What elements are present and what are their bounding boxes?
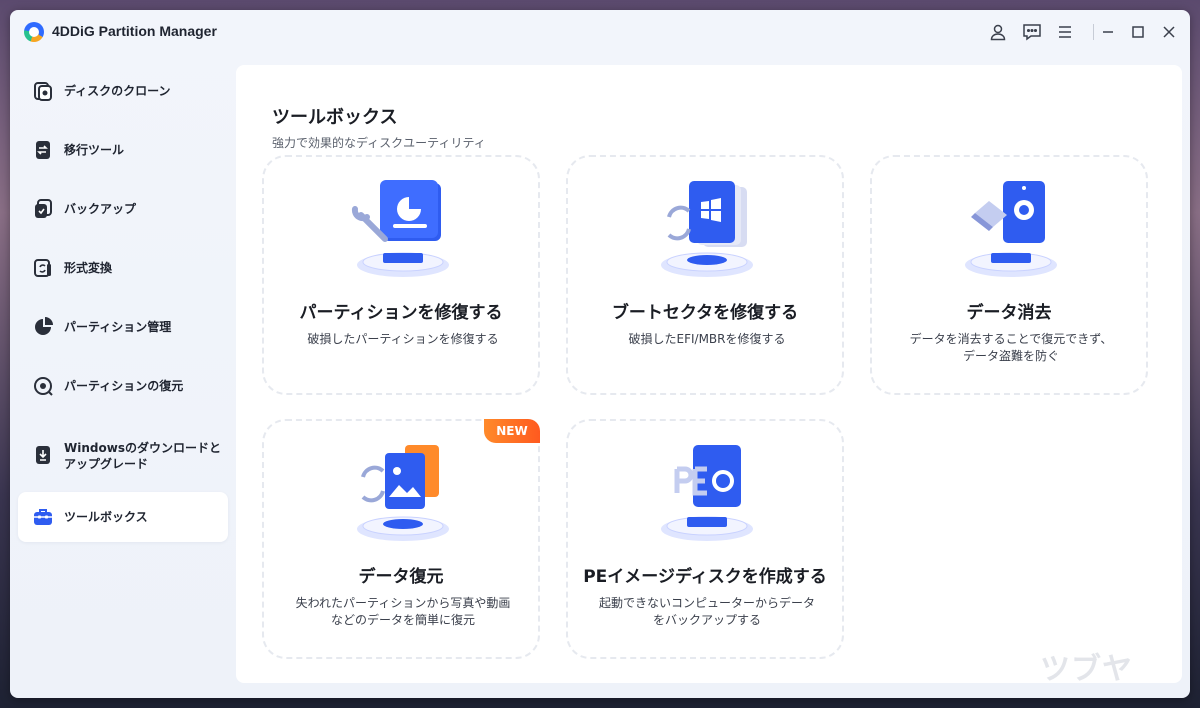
card-partition-repair[interactable]: パーティションを修復する 破損したパーティションを修復する bbox=[262, 155, 540, 395]
pie-chart-icon bbox=[35, 317, 53, 335]
partition-repair-illustration-icon bbox=[351, 180, 449, 277]
card-title: パーティションを修復する bbox=[299, 303, 503, 323]
menu-icon[interactable] bbox=[1054, 21, 1076, 43]
sidebar-item-label: Windowsのダウンロードとアップグレード bbox=[64, 441, 221, 471]
minimize-icon[interactable] bbox=[1097, 21, 1119, 43]
card-desc: データを消去することで復元できず、 データ盗難を防ぐ bbox=[909, 332, 1113, 363]
sidebar-item-label: パーティション管理 bbox=[64, 320, 172, 334]
page-subtitle: 強力で効果的なディスクユーティリティ bbox=[272, 136, 486, 150]
sidebar-item-partition-restore[interactable]: パーティションの復元 bbox=[18, 361, 228, 411]
sidebar: ディスクのクローン 移行ツール バックアップ 形式変換 パーティション管理 パー… bbox=[10, 66, 236, 686]
feedback-icon[interactable] bbox=[1021, 21, 1043, 43]
partition-restore-icon bbox=[34, 377, 53, 396]
card-title: PEイメージディスクを作成する bbox=[583, 567, 827, 587]
boot-sector-illustration-icon bbox=[661, 181, 753, 277]
windows-download-icon bbox=[36, 446, 50, 464]
card-pe-image[interactable]: PEイメージディスクを作成する 起動できないコンピューターからデータ をバックア… bbox=[566, 419, 844, 659]
card-desc: 起動できないコンピューターからデータ をバックアップする bbox=[598, 596, 815, 627]
app-logo-icon bbox=[24, 22, 44, 42]
sidebar-item-disk-clone[interactable]: ディスクのクローン bbox=[18, 66, 228, 116]
sidebar-item-label: バックアップ bbox=[64, 202, 137, 216]
sidebar-item-label: パーティションの復元 bbox=[64, 379, 184, 393]
card-desc: 失われたパーティションから写真や動画 などのデータを簡単に復元 bbox=[295, 596, 511, 627]
card-title: ブートセクタを修復する bbox=[611, 303, 799, 323]
watermark: ツブヤク。 bbox=[1040, 652, 1133, 698]
close-icon[interactable] bbox=[1158, 21, 1180, 43]
sidebar-item-migration[interactable]: 移行ツール bbox=[18, 125, 228, 175]
sidebar-item-label: ツールボックス bbox=[64, 510, 148, 524]
title-bar: 4DDiG Partition Manager bbox=[10, 10, 1190, 54]
migration-icon bbox=[36, 141, 50, 159]
sidebar-item-partition-manage[interactable]: パーティション管理 bbox=[18, 302, 228, 352]
card-title: データ復元 bbox=[358, 567, 444, 587]
toolbox-icon bbox=[34, 509, 52, 525]
backup-icon bbox=[35, 199, 52, 218]
card-desc: 破損したパーティションを修復する bbox=[307, 332, 499, 346]
sidebar-item-label: 形式変換 bbox=[64, 261, 113, 275]
sidebar-item-toolbox[interactable]: ツールボックス bbox=[18, 492, 228, 542]
pe-image-illustration-icon bbox=[661, 445, 753, 541]
convert-icon bbox=[34, 259, 51, 277]
account-icon[interactable] bbox=[987, 21, 1009, 43]
card-desc: 破損したEFI/MBRを修復する bbox=[628, 332, 786, 346]
titlebar-divider bbox=[1093, 24, 1094, 40]
app-window: 4DDiG Partition Manager ディスクのクローン 移行ツール … bbox=[10, 10, 1190, 698]
sidebar-item-label: 移行ツール bbox=[64, 143, 125, 157]
maximize-icon[interactable] bbox=[1127, 21, 1149, 43]
sidebar-item-format-convert[interactable]: 形式変換 bbox=[18, 243, 228, 293]
sidebar-item-windows-download[interactable]: Windowsのダウンロードとアップグレード bbox=[18, 420, 228, 490]
card-boot-sector-repair[interactable]: ブートセクタを修復する 破損したEFI/MBRを修復する bbox=[566, 155, 844, 395]
data-recovery-illustration-icon bbox=[357, 445, 449, 541]
disk-clone-icon bbox=[34, 82, 52, 101]
sidebar-item-label: ディスクのクローン bbox=[64, 84, 171, 98]
card-title: データ消去 bbox=[966, 303, 1052, 323]
page-title: ツールボックス bbox=[272, 107, 398, 128]
app-title: 4DDiG Partition Manager bbox=[52, 23, 217, 39]
card-data-wipe[interactable]: データ消去 データを消去することで復元できず、 データ盗難を防ぐ bbox=[870, 155, 1148, 395]
main-panel: ツールボックス 強力で効果的なディスクユーティリティ パーティションを修復する … bbox=[236, 65, 1182, 683]
sidebar-item-backup[interactable]: バックアップ bbox=[18, 184, 228, 234]
card-data-recovery[interactable]: NEW データ復元 失われたパーティションから写真や動画 などのデータを簡単に復… bbox=[262, 419, 540, 659]
new-badge: NEW bbox=[484, 419, 540, 443]
data-wipe-illustration-icon bbox=[965, 181, 1057, 277]
